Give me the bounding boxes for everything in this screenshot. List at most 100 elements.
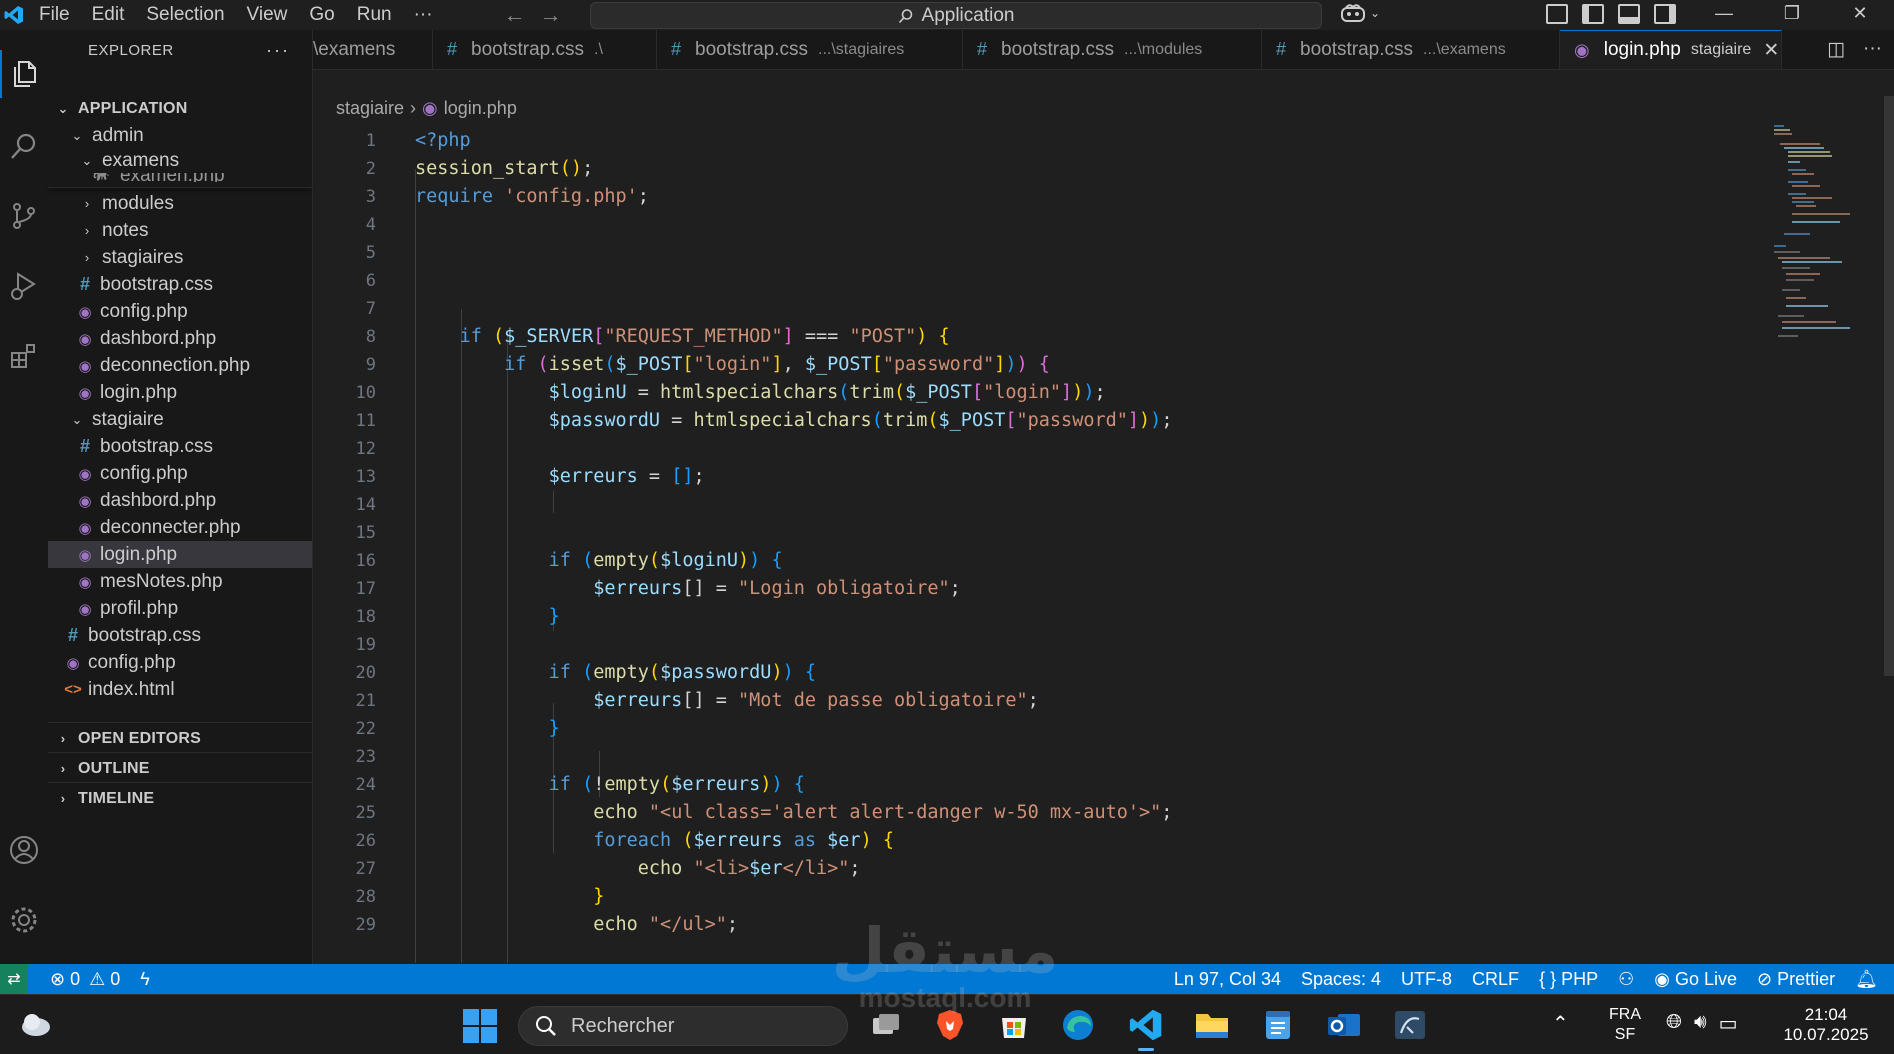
toggle-panel-icon[interactable] — [1618, 4, 1640, 24]
toggle-sidebar-icon[interactable] — [1582, 4, 1604, 24]
menu-run[interactable]: Run — [346, 0, 403, 30]
file-explorer-icon[interactable] — [1192, 1007, 1232, 1043]
tab-bootstrap-css-stagiaires[interactable]: # bootstrap.css ...\stagiaires — [657, 30, 963, 69]
weather-cloud-icon[interactable] — [18, 1011, 52, 1039]
start-button[interactable] — [462, 1008, 498, 1049]
tree-file-dashbord-php[interactable]: ◉ dashbord.php — [48, 325, 312, 352]
explorer-icon[interactable] — [0, 50, 48, 98]
section-outline[interactable]: › OUTLINE — [48, 755, 312, 782]
line-ending[interactable]: CRLF — [1462, 969, 1529, 990]
problems-indicator[interactable]: ⊗ 0 ⚠ 0 — [40, 969, 130, 990]
code-editor[interactable]: 1 <?php 2 session_start(); 3 require 'confi… — [313, 127, 1894, 963]
tab-close-icon[interactable]: ✕ — [1763, 39, 1779, 62]
cursor-position[interactable]: Ln 97, Col 34 — [1164, 969, 1291, 990]
tab-bootstrap-css-root[interactable]: # bootstrap.css .\ — [433, 30, 657, 69]
breadcrumb-file[interactable]: login.php — [444, 98, 517, 119]
vscode-taskbar-icon[interactable] — [1126, 1007, 1166, 1051]
account-icon[interactable] — [0, 826, 48, 874]
menu-edit[interactable]: Edit — [81, 0, 136, 30]
tree-file-config-php[interactable]: ◉ config.php — [48, 298, 312, 325]
clock[interactable]: 21:04 10.07.2025 — [1776, 1005, 1876, 1045]
arrow-right-icon[interactable]: → — [540, 2, 562, 28]
network-globe-icon[interactable]: 🌐︎ — [1666, 1011, 1682, 1036]
section-timeline[interactable]: › TIMELINE — [48, 785, 312, 812]
lightning-icon[interactable]: ϟ — [130, 969, 160, 990]
menu-selection[interactable]: Selection — [135, 0, 235, 30]
vscode-logo-icon[interactable] — [0, 0, 28, 30]
taskbar-search[interactable]: Rechercher — [518, 1006, 848, 1046]
input-language[interactable]: FRA SF — [1607, 1005, 1643, 1045]
breadcrumb-folder[interactable]: stagiaire — [336, 98, 404, 119]
customize-layout-icon[interactable] — [1546, 4, 1568, 24]
tree-file-dashbord-php[interactable]: ◉ dashbord.php — [48, 487, 312, 514]
tree-file-index-html[interactable]: <> index.html — [48, 676, 312, 703]
editor-tabs: \examens # bootstrap.css .\ # bootstrap.… — [313, 30, 1894, 70]
run-debug-icon[interactable] — [0, 262, 48, 310]
toggle-secondary-sidebar-icon[interactable] — [1654, 4, 1676, 24]
extensions-icon[interactable] — [0, 332, 48, 380]
tree-file-deconnection-php[interactable]: ◉ deconnection.php — [48, 352, 312, 379]
tree-file-bootstrap-css[interactable]: # bootstrap.css — [48, 622, 312, 649]
tree-file-bootstrap-css[interactable]: # bootstrap.css — [48, 271, 312, 298]
tree-file-deconnecter-php[interactable]: ◉ deconnecter.php — [48, 514, 312, 541]
tree-folder-stagiaires[interactable]: › stagiaires — [48, 244, 312, 271]
explorer-more-actions[interactable]: ··· — [266, 40, 290, 61]
menu-view[interactable]: View — [236, 0, 299, 30]
command-center-search[interactable]: Application — [590, 2, 1322, 29]
restore-icon[interactable]: ❐ — [1758, 0, 1826, 30]
tree-file-bootstrap-css[interactable]: # bootstrap.css — [48, 433, 312, 460]
tree-folder-notes[interactable]: › notes — [48, 217, 312, 244]
tree-file-mesnotes-php[interactable]: ◉ mesNotes.php — [48, 568, 312, 595]
menu-more[interactable]: ··· — [403, 0, 444, 30]
line-number: 21 — [355, 691, 376, 711]
copilot-status-icon[interactable]: ⚇ — [1608, 969, 1644, 990]
language-mode[interactable]: { } PHP — [1529, 969, 1608, 990]
split-editor-icon[interactable]: ◫ — [1827, 38, 1845, 61]
more-actions-icon[interactable]: ··· — [1863, 38, 1882, 61]
remote-indicator-icon[interactable]: ⇄ — [0, 964, 28, 994]
tree-folder-admin[interactable]: ⌄ admin — [48, 122, 312, 149]
menu-file[interactable]: File — [28, 0, 81, 30]
edge-browser-icon[interactable] — [1058, 1007, 1098, 1043]
close-icon[interactable]: ✕ — [1826, 0, 1894, 30]
encoding[interactable]: UTF-8 — [1391, 969, 1462, 990]
copilot-button[interactable]: ⌄ — [1340, 3, 1380, 23]
tree-root-application[interactable]: ⌄ APPLICATION — [48, 95, 312, 122]
notifications-bell-icon[interactable]: 🔔︎ — [1845, 969, 1894, 990]
database-tool-icon[interactable] — [1390, 1007, 1430, 1043]
tree-file-profil-php[interactable]: ◉ profil.php — [48, 595, 312, 622]
tree-file-config-php[interactable]: ◉ config.php — [48, 649, 312, 676]
volume-icon[interactable]: 🔊︎ — [1694, 1011, 1707, 1036]
search-icon[interactable] — [0, 122, 48, 170]
task-view-icon[interactable] — [866, 1007, 906, 1043]
section-open-editors[interactable]: › OPEN EDITORS — [48, 725, 312, 752]
brave-browser-icon[interactable] — [930, 1007, 970, 1043]
vertical-scrollbar[interactable] — [1884, 96, 1894, 676]
menu-go[interactable]: Go — [298, 0, 345, 30]
tree-file-login-php[interactable]: ◉ login.php — [48, 379, 312, 406]
outlook-icon[interactable] — [1324, 1007, 1364, 1043]
tab-bootstrap-css-modules[interactable]: # bootstrap.css ...\modules — [963, 30, 1262, 69]
arrow-left-icon[interactable]: ← — [504, 2, 526, 28]
tab-examens-partial[interactable]: \examens — [313, 30, 433, 69]
tree-folder-examens[interactable]: ⌄ examens — [48, 149, 312, 173]
prettier-button[interactable]: ⊘ Prettier — [1747, 969, 1845, 990]
tab-bootstrap-css-examens[interactable]: # bootstrap.css ...\examens — [1262, 30, 1560, 69]
tab-login-php-active[interactable]: ◉ login.php stagiaire ✕ — [1560, 30, 1782, 69]
tree-folder-stagiaire[interactable]: ⌄ stagiaire — [48, 406, 312, 433]
settings-gear-icon[interactable] — [0, 896, 48, 944]
microsoft-store-icon[interactable] — [994, 1007, 1034, 1043]
code-line: 7 — [313, 295, 1753, 323]
show-hidden-icons-chevron[interactable]: ⌃ — [1552, 1011, 1569, 1036]
indentation[interactable]: Spaces: 4 — [1291, 969, 1391, 990]
minimap[interactable] — [1770, 122, 1880, 362]
tree-file-config-php[interactable]: ◉ config.php — [48, 460, 312, 487]
go-live-button[interactable]: ◉ Go Live — [1644, 969, 1747, 990]
notepad-icon[interactable] — [1258, 1007, 1298, 1043]
source-control-icon[interactable] — [0, 192, 48, 240]
battery-icon[interactable]: ▭ — [1719, 1011, 1738, 1036]
tree-file-login-php-selected[interactable]: ◉ login.php — [48, 541, 312, 568]
minimize-icon[interactable]: — — [1690, 0, 1758, 30]
tree-folder-modules[interactable]: › modules — [48, 190, 312, 217]
code-line: 19 — [313, 631, 1753, 659]
